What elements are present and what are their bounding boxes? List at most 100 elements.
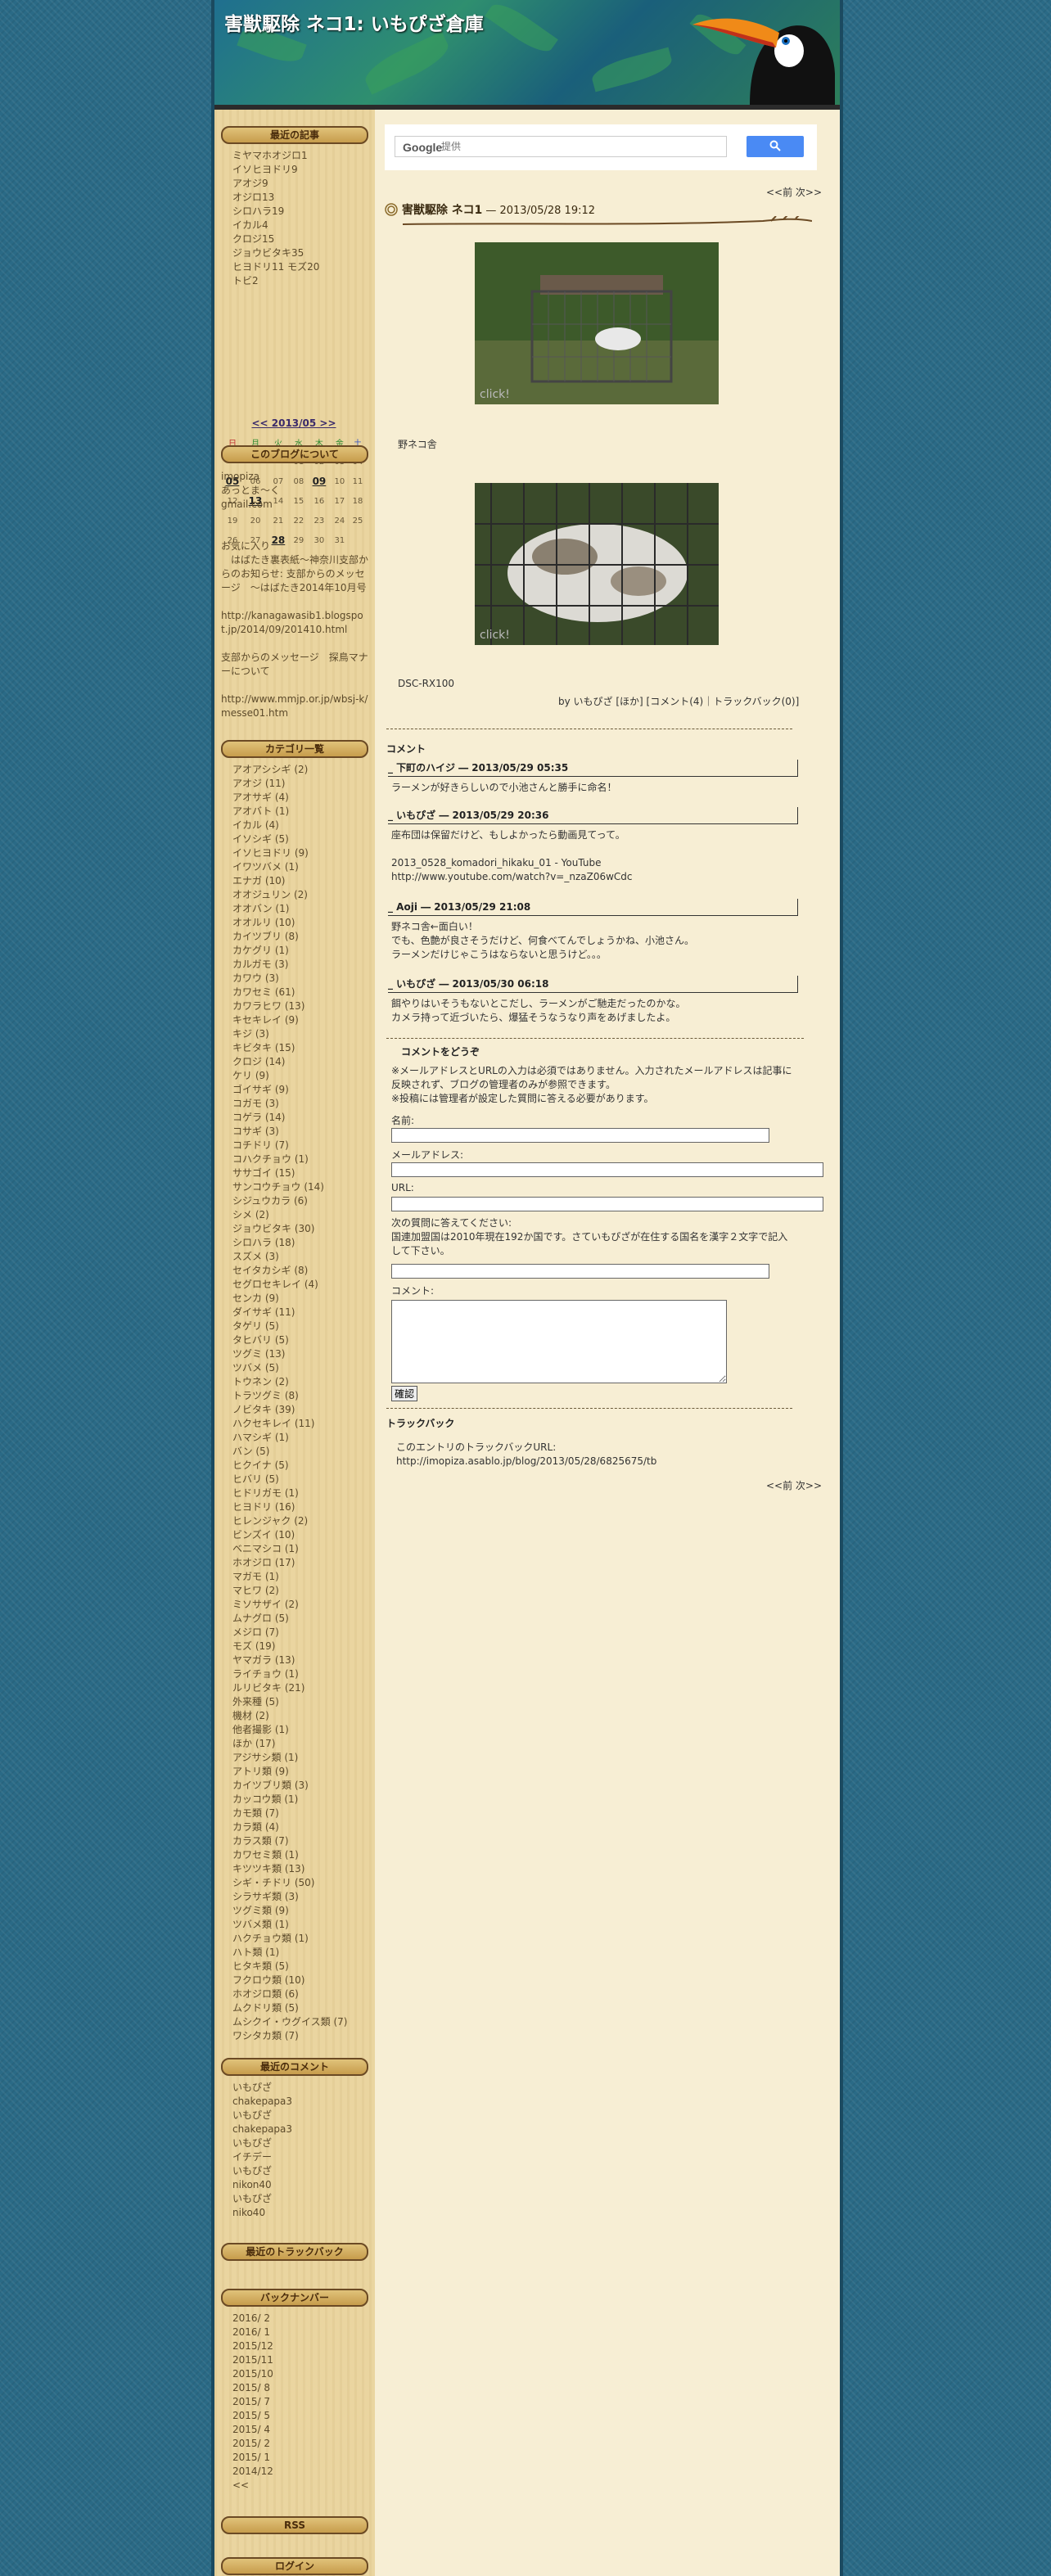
category-item[interactable]: ビンズイ (10) <box>232 1528 347 1542</box>
category-item[interactable]: スズメ (3) <box>232 1250 347 1264</box>
category-item[interactable]: オオバン (1) <box>232 902 347 916</box>
category-item[interactable]: コチドリ (7) <box>232 1139 347 1153</box>
recent-post-item[interactable]: シロハラ19 <box>232 205 319 219</box>
recent-comment-item[interactable]: chakepapa3 <box>232 2095 292 2109</box>
category-item[interactable]: アオサギ (4) <box>232 791 347 805</box>
category-item[interactable]: カルガモ (3) <box>232 958 347 972</box>
entry-meta[interactable]: by いもぴざ [ほか] [コメント(4)｜トラックバック(0)] <box>558 694 799 708</box>
category-item[interactable]: タゲリ (5) <box>232 1320 347 1333</box>
comment-textarea[interactable] <box>391 1300 727 1383</box>
category-item[interactable]: 他者撮影 (1) <box>232 1723 347 1737</box>
recent-post-item[interactable]: アオジ9 <box>232 177 319 191</box>
recent-post-item[interactable]: イカル4 <box>232 219 319 232</box>
pager-top[interactable]: <<前 次>> <box>766 185 822 199</box>
backnumber-item[interactable]: 2015/ 7 <box>232 2395 273 2409</box>
category-item[interactable]: アジサシ類 (1) <box>232 1751 347 1765</box>
site-title[interactable]: 害獣駆除 ネコ1: いもぴざ倉庫 <box>224 8 484 36</box>
recent-comment-item[interactable]: niko40 <box>232 2206 292 2220</box>
recent-comment-item[interactable]: イチデー <box>232 2150 292 2164</box>
recent-comment-item[interactable]: いもぴざ <box>232 2192 292 2206</box>
category-item[interactable]: キツツキ類 (13) <box>232 1862 347 1876</box>
backnumber-item[interactable]: 2014/12 <box>232 2465 273 2479</box>
category-item[interactable]: タヒバリ (5) <box>232 1333 347 1347</box>
category-item[interactable]: ホオジロ類 (6) <box>232 1987 347 2001</box>
category-item[interactable]: イソヒヨドリ (9) <box>232 846 347 860</box>
category-item[interactable]: セイタカシギ (8) <box>232 1264 347 1278</box>
name-input[interactable] <box>391 1128 769 1143</box>
category-item[interactable]: イカル (4) <box>232 819 347 832</box>
recent-post-item[interactable]: イソヒヨドリ9 <box>232 163 319 177</box>
category-item[interactable]: ツバメ (5) <box>232 1361 347 1375</box>
category-item[interactable]: イワツバメ (1) <box>232 860 347 874</box>
backnumber-item[interactable]: 2015/ 5 <box>232 2409 273 2423</box>
category-item[interactable]: ジョウビタキ (30) <box>232 1222 347 1236</box>
category-item[interactable]: カワセミ類 (1) <box>232 1848 347 1862</box>
backnumber-item[interactable]: 2015/ 8 <box>232 2381 273 2395</box>
recent-comment-item[interactable]: いもぴざ <box>232 2109 292 2123</box>
category-item[interactable]: ムクドリ類 (5) <box>232 2001 347 2015</box>
category-item[interactable]: ハマシギ (1) <box>232 1431 347 1445</box>
category-item[interactable]: 機材 (2) <box>232 1709 347 1723</box>
category-item[interactable]: コガモ (3) <box>232 1097 347 1111</box>
category-item[interactable]: キビタキ (15) <box>232 1041 347 1055</box>
category-item[interactable]: カイツブリ (8) <box>232 930 347 944</box>
category-item[interactable]: ムシクイ・ウグイス類 (7) <box>232 2015 347 2029</box>
category-item[interactable]: ハト類 (1) <box>232 1946 347 1960</box>
category-item[interactable]: ツバメ類 (1) <box>232 1918 347 1932</box>
category-item[interactable]: キジ (3) <box>232 1027 347 1041</box>
category-item[interactable]: ケリ (9) <box>232 1069 347 1083</box>
category-item[interactable]: クロジ (14) <box>232 1055 347 1069</box>
recent-post-item[interactable]: ジョウビタキ35 <box>232 246 319 260</box>
recent-post-item[interactable]: トビ2 <box>232 274 319 288</box>
entry-photo-2[interactable]: click! <box>475 483 719 645</box>
category-item[interactable]: カラ類 (4) <box>232 1820 347 1834</box>
category-item[interactable]: コサギ (3) <box>232 1125 347 1139</box>
category-item[interactable]: ツグミ (13) <box>232 1347 347 1361</box>
category-item[interactable]: アオジ (11) <box>232 777 347 791</box>
calendar-title[interactable]: << 2013/05 >> <box>221 417 367 429</box>
category-item[interactable]: ヒレンジャク (2) <box>232 1514 347 1528</box>
category-item[interactable]: アオバト (1) <box>232 805 347 819</box>
category-item[interactable]: ライチョウ (1) <box>232 1667 347 1681</box>
category-item[interactable]: ベニマシコ (1) <box>232 1542 347 1556</box>
category-item[interactable]: メジロ (7) <box>232 1626 347 1640</box>
backnumber-item[interactable]: 2015/ 2 <box>232 2437 273 2451</box>
category-item[interactable]: ムナグロ (5) <box>232 1612 347 1626</box>
category-item[interactable]: ミソサザイ (2) <box>232 1598 347 1612</box>
category-item[interactable]: シラサギ類 (3) <box>232 1890 347 1904</box>
category-item[interactable]: ヒバリ (5) <box>232 1473 347 1487</box>
recent-post-item[interactable]: ヒヨドリ11 モズ20 <box>232 260 319 274</box>
category-item[interactable]: シジュウカラ (6) <box>232 1194 347 1208</box>
backnumber-item[interactable]: 2016/ 1 <box>232 2326 273 2339</box>
recent-comment-item[interactable]: いもぴざ <box>232 2081 292 2095</box>
category-item[interactable]: ハクチョウ類 (1) <box>232 1932 347 1946</box>
question-input[interactable] <box>391 1264 769 1279</box>
category-item[interactable]: ツグミ類 (9) <box>232 1904 347 1918</box>
category-item[interactable]: ワシタカ類 (7) <box>232 2029 347 2043</box>
category-item[interactable]: カワラヒワ (13) <box>232 999 347 1013</box>
recent-post-item[interactable]: ミヤマホオジロ1 <box>232 149 319 163</box>
category-item[interactable]: エナガ (10) <box>232 874 347 888</box>
category-item[interactable]: バン (5) <box>232 1445 347 1459</box>
recent-comment-item[interactable]: いもぴざ <box>232 2164 292 2178</box>
category-item[interactable]: マヒワ (2) <box>232 1584 347 1598</box>
category-item[interactable]: ルリビタキ (21) <box>232 1681 347 1695</box>
category-item[interactable]: カイツブリ類 (3) <box>232 1779 347 1793</box>
category-item[interactable]: セグロセキレイ (4) <box>232 1278 347 1292</box>
category-item[interactable]: コゲラ (14) <box>232 1111 347 1125</box>
category-item[interactable]: フクロウ類 (10) <box>232 1974 347 1987</box>
search-button[interactable] <box>747 136 804 157</box>
pager-bottom[interactable]: <<前 次>> <box>766 1478 822 1492</box>
recent-post-item[interactable]: オジロ13 <box>232 191 319 205</box>
category-item[interactable]: ダイサギ (11) <box>232 1306 347 1320</box>
category-item[interactable]: ヒドリガモ (1) <box>232 1487 347 1500</box>
category-item[interactable]: モズ (19) <box>232 1640 347 1653</box>
category-item[interactable]: トウネン (2) <box>232 1375 347 1389</box>
backnumber-item[interactable]: 2015/ 1 <box>232 2451 273 2465</box>
backnumber-item[interactable]: 2015/10 <box>232 2367 273 2381</box>
backnumber-item[interactable]: 2016/ 2 <box>232 2312 273 2326</box>
category-item[interactable]: オオルリ (10) <box>232 916 347 930</box>
confirm-button[interactable]: 確認 <box>391 1386 418 1401</box>
category-item[interactable]: センカ (9) <box>232 1292 347 1306</box>
category-item[interactable]: カラス類 (7) <box>232 1834 347 1848</box>
